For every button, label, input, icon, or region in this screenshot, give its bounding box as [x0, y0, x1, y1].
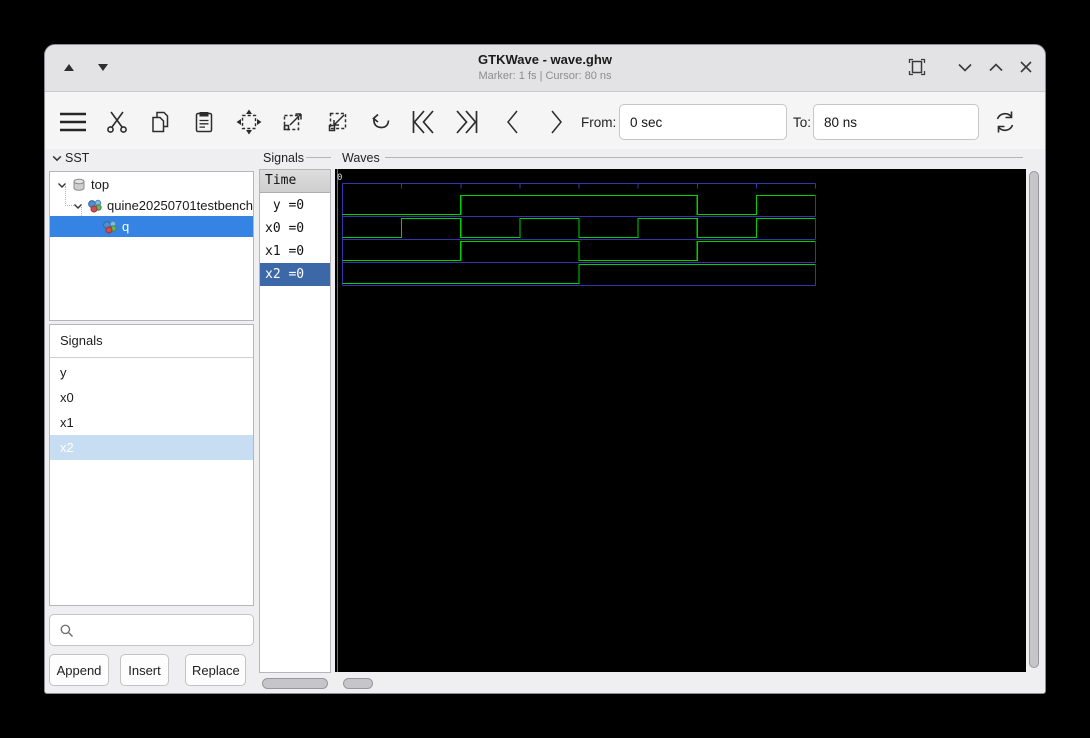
- sst-collapse-icon[interactable]: [51, 152, 63, 164]
- time-header[interactable]: Time: [260, 170, 330, 193]
- search-input[interactable]: [80, 616, 252, 646]
- values-horizontal-scrollbar[interactable]: [262, 678, 328, 689]
- wave-canvas[interactable]: 0: [335, 169, 1026, 672]
- maximize-icon: [989, 62, 1003, 71]
- reload-button[interactable]: [988, 105, 1022, 139]
- to-input[interactable]: [813, 104, 979, 140]
- copy-icon: [152, 111, 169, 133]
- frame-line: [306, 157, 331, 158]
- signal-values-panel: Time y =0 x0 =0 x1 =0 x2 =0: [259, 169, 331, 673]
- prev-edge-icon: [507, 110, 518, 134]
- tree-row-testbench[interactable]: quine20250701testbench: [50, 195, 254, 216]
- append-button[interactable]: Append: [49, 654, 109, 686]
- waves-vertical-scrollbar[interactable]: [1029, 171, 1039, 668]
- zoom-fit-button[interactable]: [232, 105, 266, 139]
- sst-tree-panel: top quine20250701testbench q: [49, 171, 254, 321]
- close-icon: [1020, 61, 1032, 73]
- undo-icon: [372, 113, 390, 129]
- menu-button[interactable]: [56, 105, 90, 139]
- signal-search-box: [49, 614, 254, 646]
- to-label: To:: [793, 115, 812, 130]
- value-row-y[interactable]: y =0: [260, 194, 330, 217]
- menu-icon: [60, 112, 86, 132]
- sst-frame-label: SST: [51, 151, 89, 165]
- zoom-fit-icon: [236, 109, 262, 135]
- reload-icon: [996, 111, 1014, 133]
- toolbar: From: To:: [45, 92, 1045, 149]
- signal-list-item-y[interactable]: y: [50, 360, 253, 385]
- paste-button[interactable]: [187, 105, 221, 139]
- signal-list-item-x0[interactable]: x0: [50, 385, 253, 410]
- to-start-icon: [412, 110, 434, 134]
- tree-row-top[interactable]: top: [50, 174, 253, 195]
- frame-line: [385, 157, 1023, 158]
- signal-list-item-x2[interactable]: x2: [50, 435, 253, 460]
- component-icon: [73, 178, 85, 191]
- minimize-icon: [958, 63, 972, 72]
- to-start-button[interactable]: [407, 105, 441, 139]
- replace-button[interactable]: Replace: [185, 654, 246, 686]
- module-icon: [88, 199, 102, 212]
- zoom-out-button[interactable]: [320, 105, 354, 139]
- value-row-x2[interactable]: x2 =0: [260, 263, 330, 286]
- zoom-in-button[interactable]: [276, 105, 310, 139]
- titlebar: GTKWave - wave.ghw Marker: 1 fs | Cursor…: [45, 45, 1045, 92]
- tree-label: q: [122, 219, 130, 234]
- desktop-background: { "window": { "title": "GTKWave - wave.g…: [0, 0, 1090, 738]
- waveform-plot: 0: [337, 169, 816, 672]
- signal-list-item-x1[interactable]: x1: [50, 410, 253, 435]
- module-icon: [103, 220, 117, 233]
- close-button[interactable]: [1014, 55, 1038, 79]
- value-row-x0[interactable]: x0 =0: [260, 217, 330, 240]
- cut-icon: [107, 111, 127, 133]
- prev-edge-button[interactable]: [496, 105, 530, 139]
- maximize-button[interactable]: [984, 55, 1008, 79]
- fit-window-icon: [908, 58, 926, 76]
- tree-label: top: [91, 177, 110, 192]
- tree-row-q[interactable]: q: [50, 216, 253, 237]
- to-end-button[interactable]: [449, 105, 483, 139]
- zoom-out-icon: [328, 112, 347, 132]
- paste-icon: [195, 112, 213, 133]
- from-label: From:: [581, 115, 617, 130]
- window-subtitle: Marker: 1 fs | Cursor: 80 ns: [478, 70, 612, 82]
- waves-horizontal-scrollbar[interactable]: [343, 678, 373, 689]
- tree-label: quine20250701testbench: [107, 198, 254, 213]
- sst-signals-panel: Signals y x0 x1 x2: [49, 324, 254, 606]
- svg-text:0: 0: [337, 173, 342, 183]
- window-title: GTKWave - wave.ghw: [478, 52, 612, 67]
- expander-icon[interactable]: [56, 179, 68, 191]
- zoom-in-icon: [283, 113, 302, 131]
- search-icon: [60, 624, 73, 637]
- cut-button[interactable]: [100, 105, 134, 139]
- value-row-x1[interactable]: x1 =0: [260, 240, 330, 263]
- expander-icon[interactable]: [72, 200, 84, 212]
- from-input[interactable]: [619, 104, 787, 140]
- undo-button[interactable]: [363, 105, 397, 139]
- signals-list-header: Signals: [50, 325, 253, 358]
- values-frame-label: Signals: [263, 151, 304, 165]
- fit-window-button[interactable]: [905, 55, 929, 79]
- to-end-icon: [456, 110, 478, 134]
- next-edge-icon: [551, 110, 562, 134]
- next-edge-button[interactable]: [539, 105, 573, 139]
- minimize-button[interactable]: [953, 55, 977, 79]
- insert-button[interactable]: Insert: [120, 654, 169, 686]
- waves-frame-label: Waves: [342, 151, 380, 165]
- gtkwave-window: GTKWave - wave.ghw Marker: 1 fs | Cursor…: [44, 44, 1046, 694]
- copy-button[interactable]: [143, 105, 177, 139]
